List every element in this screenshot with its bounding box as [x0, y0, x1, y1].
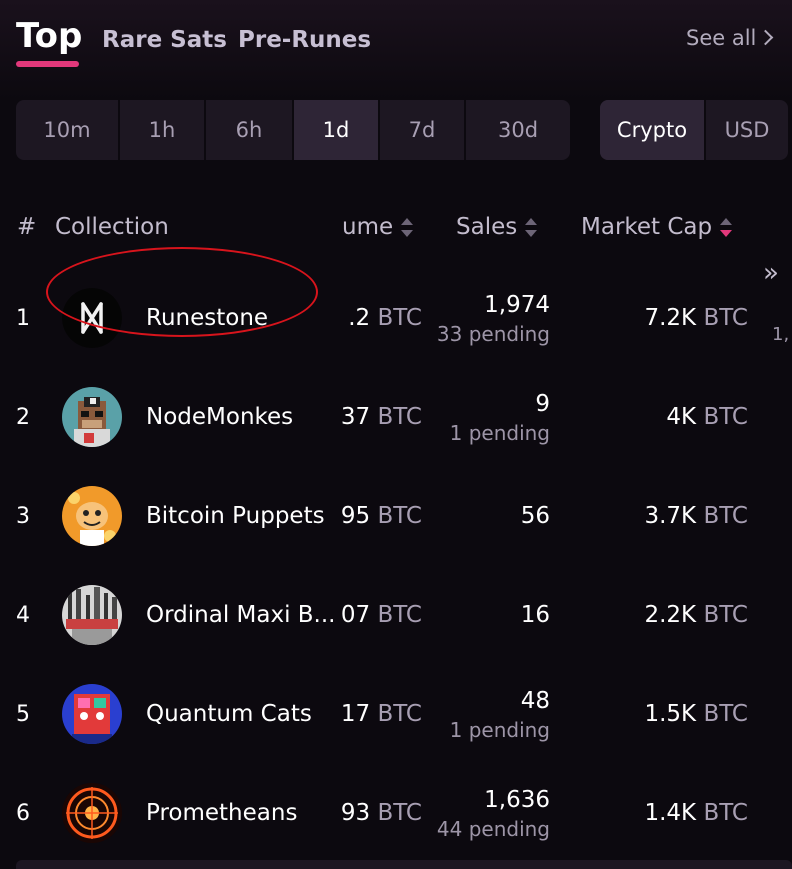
table-row[interactable]: 5 Quantum Cats 17 BTC 48 1 pending 1.5K … [0, 665, 792, 764]
header-market-cap-label: Market Cap [581, 214, 713, 240]
tab-rare-sats[interactable]: Rare Sats [102, 27, 227, 53]
volume-cell: 93 BTC [340, 764, 424, 863]
sales-value: 16 [520, 602, 550, 628]
market-cap-value: 1.5K [644, 701, 697, 727]
market-cap-value: 4K [666, 404, 697, 430]
market-cap-cell: 3.7K BTC [644, 467, 748, 566]
tab-top[interactable]: Top [16, 16, 82, 56]
volume-value: 95 [340, 503, 371, 529]
collection-name[interactable]: Prometheans [146, 764, 297, 863]
header-volume[interactable]: ume [342, 214, 414, 246]
volume-value: 37 [340, 404, 371, 430]
sales-value: 9 [535, 391, 550, 417]
time-filter-group: 10m 1h 6h 1d 7d 30d [16, 100, 570, 160]
volume-unit: BTC [377, 404, 422, 430]
ordinal-maxi-logo [62, 585, 122, 645]
volume-unit: BTC [377, 305, 422, 331]
pending-count: 1 pending [449, 718, 550, 742]
market-cap-cell: 2.2K BTC [644, 566, 748, 665]
volume-value: 93 [340, 800, 371, 826]
time-filter-7d[interactable]: 7d [380, 100, 466, 160]
quantum-cats-logo [62, 684, 122, 744]
chevron-right-icon [758, 29, 774, 46]
see-all-label: See all [686, 26, 757, 50]
sales-value: 1,636 [484, 787, 550, 813]
market-cap-value: 7.2K [644, 305, 697, 331]
volume-value: 17 [340, 701, 371, 727]
row-rank: 5 [16, 702, 30, 727]
pending-count: 1 pending [449, 421, 550, 445]
volume-unit: BTC [377, 800, 422, 826]
row-rank: 1 [16, 306, 30, 331]
currency-crypto[interactable]: Crypto [600, 100, 706, 160]
volume-cell: 95 BTC [340, 467, 424, 566]
market-cap-unit: BTC [703, 305, 748, 331]
market-cap-cell: 7.2K BTC [644, 269, 748, 368]
table-row[interactable]: 4 Ordinal Maxi B... 07 BTC 16 2.2K BTC [0, 566, 792, 665]
market-cap-unit: BTC [703, 503, 748, 529]
market-cap-value: 3.7K [644, 503, 697, 529]
market-cap-unit: BTC [703, 404, 748, 430]
volume-cell: 17 BTC [340, 665, 424, 764]
see-all-link[interactable]: See all [686, 26, 774, 50]
market-cap-cell: 4K BTC [666, 368, 748, 467]
highlight-circle [46, 247, 318, 337]
header-volume-label: ume [342, 214, 394, 240]
volume-value: .2 [348, 305, 371, 331]
market-cap-value: 1.4K [644, 800, 697, 826]
time-filter-6h[interactable]: 6h [206, 100, 294, 160]
volume-unit: BTC [377, 503, 422, 529]
pending-count: 44 pending [436, 817, 550, 841]
market-cap-unit: BTC [703, 602, 748, 628]
header-collection: Collection [55, 214, 169, 240]
volume-unit: BTC [377, 701, 422, 727]
row-rank: 4 [16, 603, 30, 628]
volume-unit: BTC [377, 602, 422, 628]
row-rank: 2 [16, 405, 30, 430]
sort-icon [525, 217, 538, 239]
market-cap-unit: BTC [703, 701, 748, 727]
nodemonkes-logo [62, 387, 122, 447]
row-rank: 6 [16, 801, 30, 826]
sort-desc-active-icon [720, 217, 733, 239]
sales-value: 1,974 [484, 292, 550, 318]
table-row[interactable]: 6 Prometheans 93 BTC 1,636 44 pending 1.… [0, 764, 792, 863]
time-filter-30d[interactable]: 30d [466, 100, 570, 160]
tab-pre-runes[interactable]: Pre-Runes [238, 27, 371, 53]
volume-value: 07 [340, 602, 371, 628]
collection-name[interactable]: Ordinal Maxi B... [146, 566, 335, 665]
table-row[interactable]: 1 Runestone .2 BTC 1,974 33 pending 7.2K… [0, 247, 792, 368]
header-rank: # [17, 214, 37, 240]
sort-icon [401, 217, 414, 239]
sales-value: 56 [520, 503, 550, 529]
row-rank: 3 [16, 504, 30, 529]
market-cap-value: 2.2K [644, 602, 697, 628]
time-filter-1h[interactable]: 1h [120, 100, 206, 160]
header-sales[interactable]: Sales [456, 214, 538, 246]
currency-usd[interactable]: USD [706, 100, 788, 160]
sales-value: 48 [520, 688, 550, 714]
prometheans-logo [62, 783, 122, 843]
market-cap-cell: 1.5K BTC [644, 665, 748, 764]
market-cap-cell: 1.4K BTC [644, 764, 748, 863]
collection-name[interactable]: Quantum Cats [146, 665, 312, 764]
bitcoin-puppets-logo [62, 486, 122, 546]
volume-cell: 37 BTC [340, 368, 424, 467]
bottom-bar [16, 860, 792, 869]
pending-count: 33 pending [436, 322, 550, 346]
table-row[interactable]: 3 Bitcoin Puppets 95 BTC 56 3.7K BTC [0, 467, 792, 566]
volume-cell: 07 BTC [340, 566, 424, 665]
market-cap-unit: BTC [703, 800, 748, 826]
volume-cell: .2 BTC [340, 269, 424, 368]
header-sales-label: Sales [456, 214, 518, 240]
time-filter-10m[interactable]: 10m [16, 100, 120, 160]
collection-name[interactable]: NodeMonkes [146, 368, 293, 467]
table-row[interactable]: 2 NodeMonkes 37 BTC 9 1 pending 4K BTC [0, 368, 792, 467]
collection-name[interactable]: Bitcoin Puppets [146, 467, 325, 566]
currency-toggle: Crypto USD [600, 100, 788, 160]
time-filter-1d[interactable]: 1d [294, 100, 380, 160]
header-market-cap[interactable]: Market Cap [581, 214, 733, 246]
active-tab-indicator [16, 61, 79, 67]
